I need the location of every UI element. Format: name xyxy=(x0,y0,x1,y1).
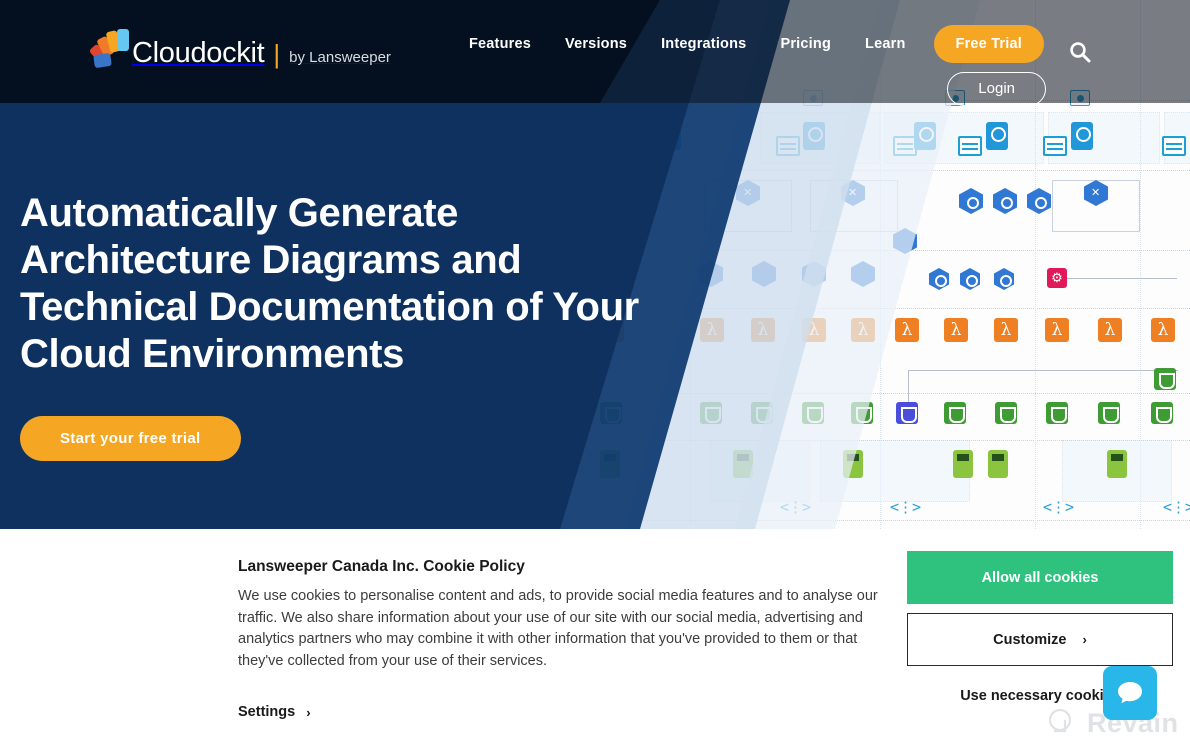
cookie-settings-label: Settings xyxy=(238,704,296,720)
main-navigation: Features Versions Integrations Pricing L… xyxy=(452,25,1044,63)
chat-bubble-icon[interactable] xyxy=(1103,666,1157,720)
page-title: Automatically Generate Architecture Diag… xyxy=(20,191,639,376)
logo-separator: | xyxy=(273,39,281,69)
customize-cookies-button[interactable]: Customize › xyxy=(907,613,1173,666)
login-button[interactable]: Login xyxy=(947,72,1046,106)
search-icon[interactable] xyxy=(1068,40,1092,64)
nav-features[interactable]: Features xyxy=(452,33,548,55)
free-trial-button[interactable]: Free Trial xyxy=(933,25,1044,63)
allow-all-cookies-button[interactable]: Allow all cookies xyxy=(907,551,1173,604)
cookie-settings-link[interactable]: Settings › xyxy=(238,704,311,720)
nav-learn[interactable]: Learn xyxy=(848,33,923,55)
cookie-policy-title: Lansweeper Canada Inc. Cookie Policy xyxy=(238,558,525,575)
site-logo[interactable]: Cloudockit | by Lansweeper xyxy=(88,28,391,69)
start-free-trial-button[interactable]: Start your free trial xyxy=(20,416,241,461)
logo-wordmark: Cloudockit xyxy=(132,37,265,69)
page-root: <⋮> <⋮> <⋮> <⋮> xyxy=(0,0,1190,753)
site-header: Cloudockit | by Lansweeper Features Vers… xyxy=(0,0,1190,106)
nav-pricing[interactable]: Pricing xyxy=(763,33,848,55)
logo-byline: by Lansweeper xyxy=(289,49,391,66)
chevron-right-icon: › xyxy=(306,704,311,720)
customize-label: Customize xyxy=(993,631,1067,648)
cloudockit-fan-logo-icon xyxy=(88,28,129,69)
nav-versions[interactable]: Versions xyxy=(548,33,644,55)
nav-integrations[interactable]: Integrations xyxy=(644,33,763,55)
hero-content: Automatically Generate Architecture Diag… xyxy=(20,190,680,461)
chevron-right-icon: › xyxy=(1082,632,1087,647)
cookie-policy-text: We use cookies to personalise content an… xyxy=(238,588,878,669)
